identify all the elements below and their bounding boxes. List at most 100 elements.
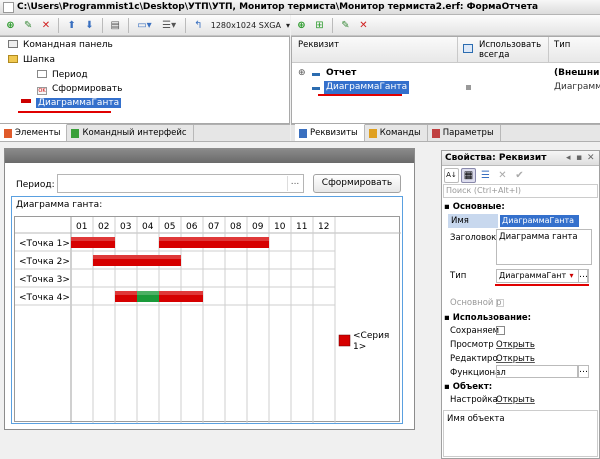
gantt-column-label: 04 [142, 222, 154, 232]
gantt-column-label: 06 [186, 222, 198, 232]
prop-view-label: Просмотр [450, 340, 494, 350]
column-requisite[interactable]: Реквизит [298, 40, 339, 50]
gantt-column-label: 09 [252, 222, 264, 232]
prop-main-label: Основной р [450, 298, 502, 308]
edit-requisite-icon[interactable]: ✎ [338, 18, 353, 33]
delete-icon[interactable]: ✕ [39, 18, 54, 33]
tree-item-generate[interactable]: OK Сформировать [37, 83, 122, 96]
gantt-row-label: <Точка 2> [19, 257, 70, 267]
properties-title-bar: Свойства: Реквизит ◂ ▪ ✕ [442, 151, 599, 166]
menu-icon[interactable]: ▪ [576, 151, 582, 166]
section-object[interactable]: ▪ Объект: [444, 380, 492, 394]
tab-elements[interactable]: Элементы [0, 124, 68, 141]
commands-tab-icon [368, 128, 377, 138]
apply-icon[interactable]: ✔ [512, 168, 527, 183]
resolution-dropdown-icon[interactable]: ▾ [286, 21, 290, 30]
requisite-icon [312, 87, 320, 90]
prop-caption-input[interactable]: Диаграмма ганта [496, 229, 592, 265]
prop-settings-link[interactable]: Открыть [496, 393, 535, 407]
gantt-bar-highlight [93, 255, 181, 259]
gantt-column-label: 02 [98, 222, 109, 232]
requisite-row-report[interactable]: ⊕ Отчет (Внешний) [292, 67, 600, 81]
func-select-button[interactable]: … [578, 365, 589, 378]
gantt-chart[interactable]: 01 02 03 04 05 06 07 08 09 10 11 12 <Точка 1> <Точка … [14, 216, 401, 423]
gantt-column-label: 08 [230, 222, 242, 232]
properties-title: Свойства: Реквизит [445, 153, 547, 163]
prop-name-value[interactable]: ДиаграммаГанта [500, 215, 579, 227]
tree-item-period[interactable]: Период [37, 69, 88, 82]
tab-parameters[interactable]: Параметры [428, 125, 501, 141]
app-icon [3, 2, 14, 13]
gantt-row-label: <Точка 3> [19, 275, 70, 285]
type-dropdown-icon[interactable]: ▾ [566, 270, 577, 282]
categorized-icon[interactable]: ▦ [461, 168, 476, 183]
gantt-bar-highlight [159, 291, 203, 295]
section-basic[interactable]: ▪ Основные: [444, 200, 505, 214]
prop-settings-label: Настройка [450, 395, 498, 405]
collapse-icon: ▪ [444, 313, 453, 323]
tab-command-interface[interactable]: Командный интерфейс [67, 125, 194, 141]
period-select-button[interactable]: ... [287, 176, 302, 191]
move-down-icon[interactable]: ⬇ [82, 18, 97, 33]
clear-icon[interactable]: ✕ [495, 168, 510, 183]
highlight-underline [495, 284, 589, 286]
requisites-header: Реквизит Использовать всегда Тип [292, 37, 600, 63]
gantt-column-label: 05 [164, 222, 175, 232]
column-use-always[interactable]: Использовать всегда [479, 40, 545, 60]
section-usage[interactable]: ▪ Использование: [444, 311, 531, 325]
edit-icon[interactable]: ✎ [21, 18, 36, 33]
gantt-column-label: 07 [208, 222, 219, 232]
gantt-legend-label: <Серия [353, 331, 389, 341]
add-requisite-icon[interactable]: ⊕ [294, 18, 309, 33]
highlight-underline [318, 94, 402, 96]
requisites-tab-icon [299, 128, 307, 138]
gantt-chart-icon [21, 99, 31, 103]
tree-item-gantt[interactable]: ДиаграммаГанта [21, 97, 122, 110]
prop-main-checkbox[interactable] [496, 299, 504, 307]
prop-saved-checkbox[interactable] [496, 326, 505, 335]
move-up-icon[interactable]: ⬆ [64, 18, 79, 33]
form-preview-icon[interactable]: ▤ [108, 18, 123, 33]
expand-icon[interactable]: ⊕ [298, 68, 306, 78]
type-select-button[interactable]: … [578, 269, 589, 283]
highlight-underline [18, 111, 111, 113]
gantt-row-label: <Точка 4> [19, 293, 70, 303]
generate-button[interactable]: Сформировать [313, 174, 401, 193]
tree-item-command-panel[interactable]: Командная панель [8, 39, 113, 52]
tree-item-header[interactable]: Шапка [8, 54, 55, 67]
sort-alpha-icon[interactable]: A↓ [444, 168, 459, 183]
tab-commands[interactable]: Команды [365, 125, 428, 141]
prop-view-link[interactable]: Открыть [496, 338, 535, 352]
close-icon[interactable]: ✕ [587, 151, 595, 166]
ok-button-icon: OK [37, 87, 47, 95]
prop-func-input[interactable] [496, 365, 578, 378]
prop-caption-label: Заголовок [450, 233, 497, 243]
add-icon[interactable]: ⊕ [3, 18, 18, 33]
use-always-icon [463, 44, 473, 53]
properties-search[interactable]: Поиск (Ctrl+Alt+I) [443, 184, 598, 198]
gantt-column-label: 03 [120, 222, 131, 232]
prop-name-label: Имя [448, 214, 498, 228]
add-nested-icon[interactable]: ⊞ [312, 18, 327, 33]
display-settings-icon[interactable]: ▭▾ [134, 18, 156, 33]
resolution-icon[interactable]: ↰ [191, 18, 206, 33]
prop-type-label: Тип [450, 271, 467, 281]
resolution-select[interactable]: 1280x1024 SXGA [211, 21, 281, 30]
prop-edit-link[interactable]: Открыть [496, 352, 535, 366]
field-icon [37, 70, 47, 78]
delete-requisite-icon[interactable]: ✕ [356, 18, 371, 33]
folder-icon [8, 55, 18, 63]
column-type[interactable]: Тип [554, 40, 570, 50]
layout-icon[interactable]: ☰▾ [158, 18, 180, 33]
prop-edit-label: Редактиро [450, 354, 498, 364]
period-label: Период: [16, 180, 55, 190]
requisite-row-gantt[interactable]: ДиаграммаГанта Диаграмм [292, 81, 600, 95]
use-always-checkbox[interactable] [466, 85, 471, 90]
period-input[interactable] [57, 174, 304, 193]
show-all-icon[interactable]: ☰ [478, 168, 493, 183]
parameters-tab-icon [431, 128, 440, 138]
pin-icon[interactable]: ◂ [566, 151, 571, 166]
gantt-column-label: 12 [318, 222, 329, 232]
tab-requisites[interactable]: Реквизиты [295, 124, 365, 141]
prop-saved-label: Сохраняем [450, 326, 500, 336]
